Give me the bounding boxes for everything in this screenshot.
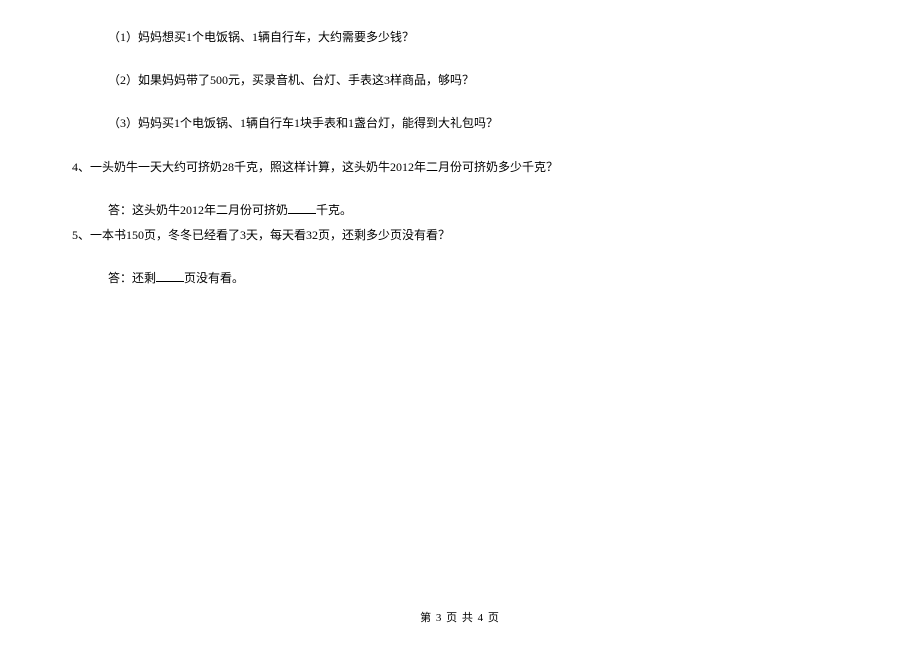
q4-blank[interactable]: [288, 213, 316, 214]
q5-answer: 答：还剩 页没有看。: [108, 269, 920, 288]
q4-text: 4、一头奶牛一天大约可挤奶28千克，照这样计算，这头奶牛2012年二月份可挤奶多…: [72, 160, 558, 174]
q3-sub2-text: （2）如果妈妈带了500元，买录音机、台灯、手表这3样商品，够吗？: [108, 73, 474, 87]
q4-answer: 答：这头奶牛2012年二月份可挤奶 千克。: [108, 201, 920, 220]
q3-sub2: （2）如果妈妈带了500元，买录音机、台灯、手表这3样商品，够吗？: [108, 71, 920, 90]
q5: 5、一本书150页，冬冬已经看了3天，每天看32页，还剩多少页没有看？: [72, 226, 920, 245]
q5-answer-prefix: 答：还剩: [108, 271, 156, 285]
q3-sub3-text: （3）妈妈买1个电饭锅、1辆自行车1块手表和1盏台灯，能得到大礼包吗？: [108, 116, 498, 130]
q4-answer-suffix: 千克。: [316, 203, 352, 217]
q5-blank[interactable]: [156, 281, 184, 282]
q4-answer-prefix: 答：这头奶牛2012年二月份可挤奶: [108, 203, 288, 217]
q5-text: 5、一本书150页，冬冬已经看了3天，每天看32页，还剩多少页没有看？: [72, 228, 450, 242]
q3-sub1: （1）妈妈想买1个电饭锅、1辆自行车，大约需要多少钱？: [108, 28, 920, 47]
page-footer: 第 3 页 共 4 页: [0, 610, 920, 628]
q4: 4、一头奶牛一天大约可挤奶28千克，照这样计算，这头奶牛2012年二月份可挤奶多…: [72, 158, 920, 177]
q3-sub3: （3）妈妈买1个电饭锅、1辆自行车1块手表和1盏台灯，能得到大礼包吗？: [108, 114, 920, 133]
page-number: 第 3 页 共 4 页: [420, 612, 500, 624]
q3-sub1-text: （1）妈妈想买1个电饭锅、1辆自行车，大约需要多少钱？: [108, 30, 414, 44]
q5-answer-suffix: 页没有看。: [184, 271, 244, 285]
